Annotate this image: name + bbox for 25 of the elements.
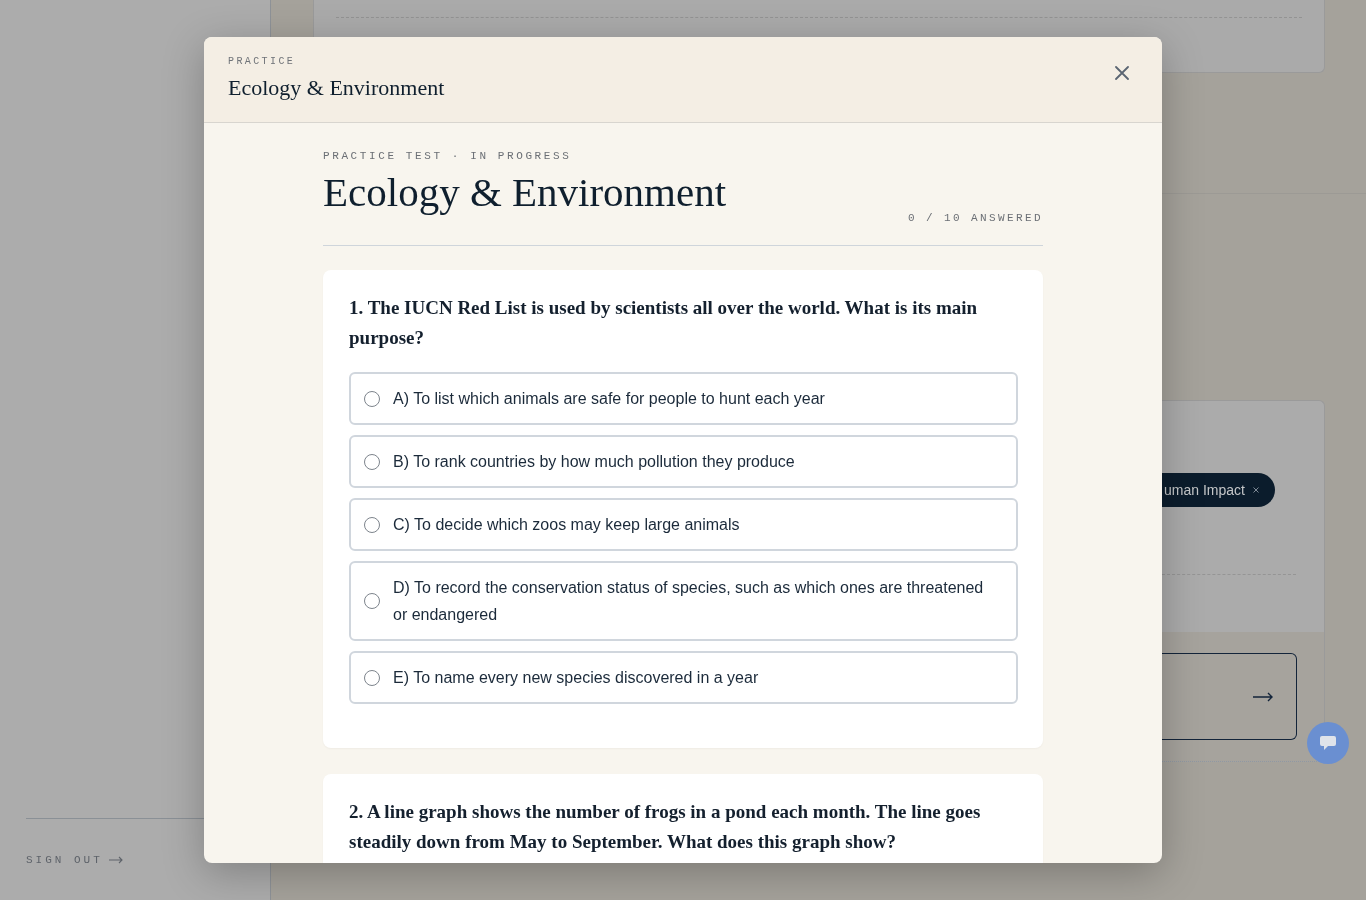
- radio-button[interactable]: [364, 453, 380, 470]
- chat-button[interactable]: [1307, 722, 1349, 764]
- speech-bubble-icon: [1320, 736, 1336, 750]
- answer-option[interactable]: A) To list which animals are safe for people to hunt each year: [349, 372, 1018, 425]
- modal-title: Ecology & Environment: [228, 74, 445, 102]
- radio-button[interactable]: [364, 593, 380, 609]
- topic-chip[interactable]: uman Impact: [1162, 473, 1275, 507]
- close-button[interactable]: [1115, 66, 1129, 80]
- test-status: PRACTICE TEST · IN PROGRESS: [323, 149, 573, 163]
- question-text: 2. A line graph shows the number of frogs in a pond each month. The line goes steadily down from May to September. What does this graph show?: [349, 800, 982, 854]
- answer-option[interactable]: B) To rank countries by how much pollution they produce: [349, 435, 1018, 488]
- arrow-right-icon: [108, 856, 123, 864]
- question-text: 1. The IUCN Red List is used by scientists all over the world. What is its main purpose?: [349, 296, 979, 350]
- answer-option[interactable]: D) To record the conservation status of species, such as which ones are threatened or endangered: [349, 561, 1018, 641]
- radio-button[interactable]: [364, 516, 380, 533]
- close-icon: [1252, 487, 1259, 493]
- arrow-right-icon: [1253, 691, 1273, 702]
- radio-button[interactable]: [364, 669, 380, 686]
- test-title: Ecology & Environment: [323, 168, 727, 216]
- answer-option[interactable]: E) To name every new species discovered in a year: [349, 651, 1018, 704]
- radio-button[interactable]: [364, 390, 380, 407]
- close-icon: [1115, 66, 1129, 80]
- answer-option[interactable]: C) To decide which zoos may keep large animals: [349, 498, 1018, 551]
- progress-count: 0 / 10 ANSWERED: [907, 211, 1043, 225]
- modal-eyebrow: PRACTICE: [228, 55, 297, 68]
